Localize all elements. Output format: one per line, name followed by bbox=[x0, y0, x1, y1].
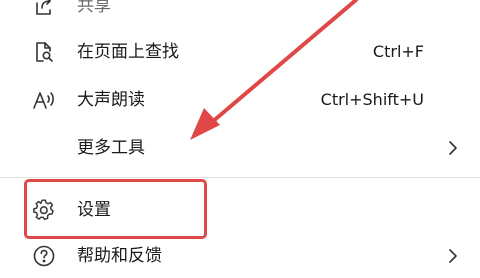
menu-item-label: 更多工具 bbox=[77, 138, 145, 158]
menu-divider bbox=[0, 177, 480, 178]
chevron-right-icon bbox=[446, 248, 460, 264]
menu-item-share[interactable]: 共享 bbox=[0, 0, 480, 28]
menu-item-label: 大声朗读 bbox=[77, 90, 145, 110]
menu-item-find-on-page[interactable]: 在页面上查找 Ctrl+F bbox=[0, 30, 480, 74]
share-icon bbox=[28, 0, 60, 20]
menu-item-label: 共享 bbox=[77, 0, 111, 16]
menu-item-more-tools[interactable]: 更多工具 bbox=[0, 126, 480, 170]
help-icon bbox=[28, 242, 60, 270]
menu-item-label: 帮助和反馈 bbox=[77, 246, 162, 266]
read-aloud-icon bbox=[28, 86, 60, 114]
chevron-right-icon bbox=[446, 140, 460, 156]
find-on-page-icon bbox=[28, 38, 60, 66]
menu-item-read-aloud[interactable]: 大声朗读 Ctrl+Shift+U bbox=[0, 78, 480, 122]
menu-item-shortcut: Ctrl+Shift+U bbox=[320, 90, 424, 109]
menu-item-label: 在页面上查找 bbox=[77, 42, 179, 62]
settings-highlight-box bbox=[24, 179, 207, 239]
menu-item-help-feedback[interactable]: 帮助和反馈 bbox=[0, 234, 480, 278]
menu-item-shortcut: Ctrl+F bbox=[372, 42, 424, 61]
